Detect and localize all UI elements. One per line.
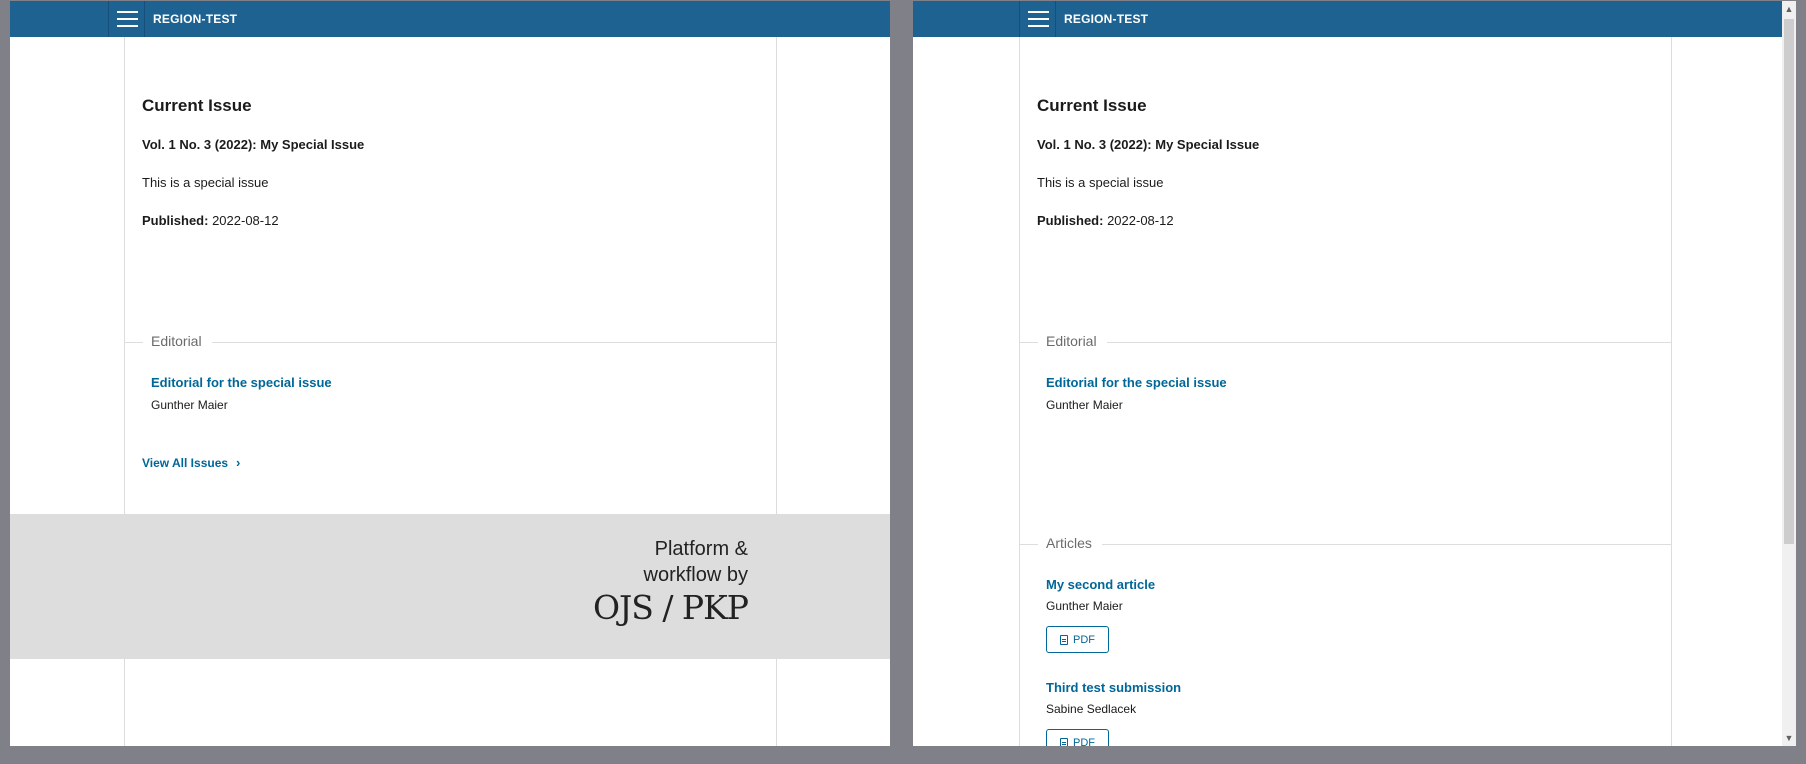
main-content: Current Issue Vol. 1 No. 3 (2022): My Sp… [1019,37,1672,746]
published-label: Published: [1037,213,1104,228]
view-all-issues-link[interactable]: View All Issues › [142,455,240,470]
published-date: Published: 2022-08-12 [1037,213,1174,228]
published-label: Published: [142,213,209,228]
article-author: Gunther Maier [151,398,228,412]
article-title-link[interactable]: Third test submission [1046,680,1181,695]
article-author: Gunther Maier [1046,398,1123,412]
page-title: Current Issue [1037,96,1147,115]
article-title-link[interactable]: My second article [1046,577,1155,592]
chevron-right-icon: › [236,455,241,470]
section-heading-editorial: Editorial [143,333,212,349]
site-name[interactable]: REGION-TEST [1064,12,1148,26]
section-divider [125,342,776,343]
site-navbar: REGION-TEST [10,1,890,37]
scroll-up-arrow-icon[interactable]: ▲ [1782,1,1796,17]
view-all-label: View All Issues [142,455,229,470]
hamburger-menu-icon[interactable] [109,1,145,37]
published-date: Published: 2022-08-12 [142,213,279,228]
pdf-label: PDF [1073,633,1095,646]
scrollbar-thumb[interactable] [1784,19,1794,544]
issue-title: Vol. 1 No. 3 (2022): My Special Issue [142,137,365,152]
published-value: 2022-08-12 [1107,213,1174,228]
file-pdf-icon [1060,737,1068,746]
article-title-link[interactable]: Editorial for the special issue [1046,375,1227,390]
navbar-inner: REGION-TEST [1019,1,1796,37]
issue-title: Vol. 1 No. 3 (2022): My Special Issue [1037,137,1260,152]
site-footer: Platform & workflow by OJS / PKP [10,514,890,659]
issue-description: This is a special issue [1037,175,1164,190]
article-author: Sabine Sedlacek [1046,702,1137,716]
section-divider [1020,342,1671,343]
footer-credit: Platform & workflow by [644,536,748,588]
pdf-label: PDF [1073,736,1095,747]
published-value: 2022-08-12 [212,213,279,228]
page-title: Current Issue [142,96,252,115]
file-pdf-icon [1060,634,1068,645]
issue-description: This is a special issue [142,175,269,190]
footer-line-1: Platform & [654,538,748,560]
section-divider [1020,544,1671,545]
scroll-down-arrow-icon[interactable]: ▼ [1782,730,1796,746]
section-heading-articles: Articles [1038,535,1102,551]
footer-line-2: workflow by [643,564,748,586]
hamburger-menu-icon[interactable] [1020,1,1056,37]
vertical-scrollbar[interactable]: ▲ ▼ [1782,1,1796,746]
left-window: REGION-TEST Current Issue Vol. 1 No. 3 (… [10,1,890,746]
pdf-galley-button[interactable]: PDF [1046,626,1109,653]
article-title-link[interactable]: Editorial for the special issue [151,375,332,390]
right-window: REGION-TEST Current Issue Vol. 1 No. 3 (… [913,1,1796,746]
article-author: Gunther Maier [1046,599,1123,613]
site-navbar: REGION-TEST [913,1,1796,37]
navbar-inner: REGION-TEST [108,1,890,37]
ojs-pkp-logo[interactable]: OJS / PKP [593,588,749,627]
section-heading-editorial: Editorial [1038,333,1107,349]
pdf-galley-button[interactable]: PDF [1046,729,1109,746]
site-name[interactable]: REGION-TEST [153,12,237,26]
